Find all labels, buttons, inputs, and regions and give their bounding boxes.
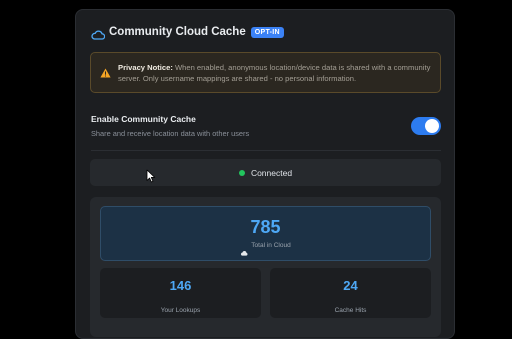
enable-cache-toggle[interactable] [411, 117, 441, 135]
total-label-row: Total in Cloud [101, 242, 430, 256]
mouse-cursor-icon [146, 169, 156, 183]
status-text: Connected [250, 167, 293, 178]
community-cache-panel: Community Cloud Cache OPT-IN Privacy Not… [75, 9, 455, 339]
cache-hits-label: Cache Hits [334, 307, 367, 314]
toggle-knob [425, 119, 439, 133]
cloud-icon [91, 27, 106, 40]
divider [91, 150, 441, 151]
warning-icon [100, 65, 111, 78]
privacy-notice-label: Privacy Notice: [118, 63, 173, 72]
your-lookups-value: 146 [169, 278, 192, 293]
total-in-cloud-label: Total in Cloud [251, 242, 291, 249]
your-lookups-card: 146 Your Lookups [100, 268, 261, 318]
connection-status: Connected [90, 159, 441, 186]
enable-cache-label: Enable Community Cache [91, 114, 196, 124]
stats-section: 785 Total in Cloud 146 Your Lookups 24 C… [90, 197, 441, 337]
cache-hits-card: 24 Cache Hits [270, 268, 431, 318]
your-lookups-label: Your Lookups [160, 307, 201, 314]
opt-in-badge: OPT-IN [250, 26, 284, 38]
enable-cache-description: Share and receive location data with oth… [91, 129, 250, 138]
cache-hits-value: 24 [343, 278, 358, 293]
total-in-cloud-card: 785 Total in Cloud [100, 206, 431, 261]
total-in-cloud-value: 785 [250, 217, 281, 237]
panel-header: Community Cloud Cache OPT-IN [91, 24, 284, 40]
panel-title: Community Cloud Cache [109, 26, 246, 38]
privacy-notice-text: Privacy Notice: When enabled, anonymous … [118, 62, 436, 84]
cloud-small-icon [240, 243, 248, 256]
privacy-notice: Privacy Notice: When enabled, anonymous … [90, 52, 441, 93]
status-dot [238, 169, 245, 176]
